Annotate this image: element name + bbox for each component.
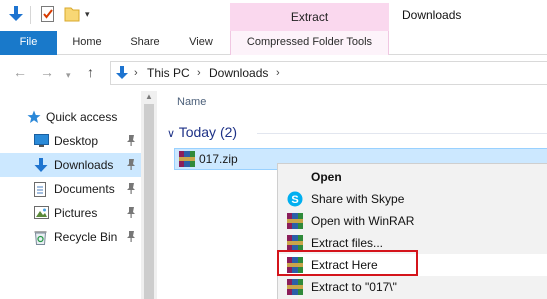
menu-item-label: Extract to "017\" xyxy=(311,280,397,294)
menu-item-extract-to-folder[interactable]: Extract to "017\" xyxy=(279,276,547,298)
winrar-archive-icon xyxy=(179,151,195,167)
pin-icon[interactable] xyxy=(126,231,136,242)
menu-item-label: Open with WinRAR xyxy=(311,214,415,228)
ribbon-tab-bar: File Home Share View Compressed Folder T… xyxy=(0,31,547,55)
menu-item-open[interactable]: Open xyxy=(279,166,547,188)
tab-home[interactable]: Home xyxy=(64,31,110,55)
pictures-icon xyxy=(34,206,49,219)
recycle-bin-icon xyxy=(34,231,47,245)
window-title: Downloads xyxy=(402,8,462,22)
up-arrow-icon[interactable]: ↑ xyxy=(87,64,94,80)
group-divider xyxy=(257,133,547,134)
tab-view[interactable]: View xyxy=(179,31,223,55)
new-folder-icon[interactable] xyxy=(64,5,80,23)
quick-access-label[interactable]: Quick access xyxy=(46,110,117,124)
winrar-icon xyxy=(287,279,303,295)
group-header-label: Today (2) xyxy=(178,124,238,140)
pin-icon[interactable] xyxy=(126,135,136,146)
sidebar-item-label: Pictures xyxy=(54,206,98,220)
breadcrumb-this-pc[interactable]: This PC xyxy=(147,66,190,80)
skype-icon: S xyxy=(287,191,303,207)
sidebar-item-label: Recycle Bin xyxy=(54,230,118,244)
winrar-icon xyxy=(287,213,303,229)
context-menu: Open S Share with Skype Open with WinRAR… xyxy=(277,163,547,299)
pin-icon[interactable] xyxy=(126,159,136,170)
menu-item-label: Open xyxy=(311,170,342,184)
sidebar-item-desktop[interactable]: Desktop xyxy=(0,129,141,153)
group-collapse-chevron-icon[interactable]: ∨ xyxy=(167,128,175,140)
breadcrumb-separator-icon[interactable]: › xyxy=(197,66,201,80)
title-bar: ▾ Extract Downloads xyxy=(0,0,547,32)
navigation-bar: ← → ▾ ↑ › This PC › Downloads › xyxy=(0,55,547,91)
sidebar-item-label: Documents xyxy=(54,182,115,196)
menu-item-share-with-skype[interactable]: S Share with Skype xyxy=(279,188,547,210)
tab-share[interactable]: Share xyxy=(122,31,168,55)
downloads-location-icon xyxy=(116,66,128,79)
downloads-icon xyxy=(34,158,48,172)
pin-icon[interactable] xyxy=(126,183,136,194)
menu-item-open-with-winrar[interactable]: Open with WinRAR xyxy=(279,210,547,232)
toolbar-separator xyxy=(30,6,31,24)
breadcrumb-downloads[interactable]: Downloads xyxy=(209,66,268,80)
winrar-icon xyxy=(287,235,303,251)
tab-file[interactable]: File xyxy=(0,31,57,55)
customize-dropdown-icon[interactable]: ▾ xyxy=(85,9,90,19)
quick-access-star-icon xyxy=(27,110,41,123)
menu-item-label: Extract files... xyxy=(311,236,384,250)
back-arrow-icon[interactable]: ← xyxy=(13,64,27,80)
download-arrow-icon[interactable] xyxy=(8,5,24,23)
breadcrumb-separator-icon[interactable]: › xyxy=(276,66,280,80)
pin-icon[interactable] xyxy=(126,207,136,218)
sidebar-item-downloads[interactable]: Downloads xyxy=(0,153,141,177)
group-header-today[interactable]: ∨ Today (2) xyxy=(167,124,237,142)
address-box[interactable]: › This PC › Downloads › xyxy=(110,61,547,85)
svg-text:S: S xyxy=(291,194,298,206)
highlight-annotation-box xyxy=(277,250,418,276)
forward-arrow-icon[interactable]: → xyxy=(40,64,54,80)
sidebar-item-label: Desktop xyxy=(54,134,99,148)
scroll-up-arrow-icon[interactable]: ▲ xyxy=(145,92,153,101)
recent-locations-chevron-icon[interactable]: ▾ xyxy=(66,67,71,83)
column-header-name[interactable]: Name xyxy=(177,96,206,108)
sidebar-item-pictures[interactable]: Pictures xyxy=(0,201,141,225)
navigation-pane: Quick access Desktop Downloads Documents xyxy=(0,91,157,299)
scrollbar-thumb[interactable] xyxy=(144,104,154,299)
desktop-icon xyxy=(34,134,49,147)
file-name: 017.zip xyxy=(199,152,238,166)
contextual-tab-header: Extract xyxy=(230,3,389,32)
sidebar-item-recycle-bin[interactable]: Recycle Bin xyxy=(0,225,141,249)
properties-checklist-icon[interactable] xyxy=(40,5,56,23)
sidebar-item-label: Downloads xyxy=(54,158,114,172)
breadcrumb-separator-icon[interactable]: › xyxy=(134,66,138,80)
navigation-pane-scrollbar[interactable]: ▲ xyxy=(141,91,157,299)
documents-icon xyxy=(34,182,46,197)
sidebar-item-documents[interactable]: Documents xyxy=(0,177,141,201)
tab-compressed-folder-tools[interactable]: Compressed Folder Tools xyxy=(230,31,389,55)
menu-item-label: Share with Skype xyxy=(311,192,405,206)
